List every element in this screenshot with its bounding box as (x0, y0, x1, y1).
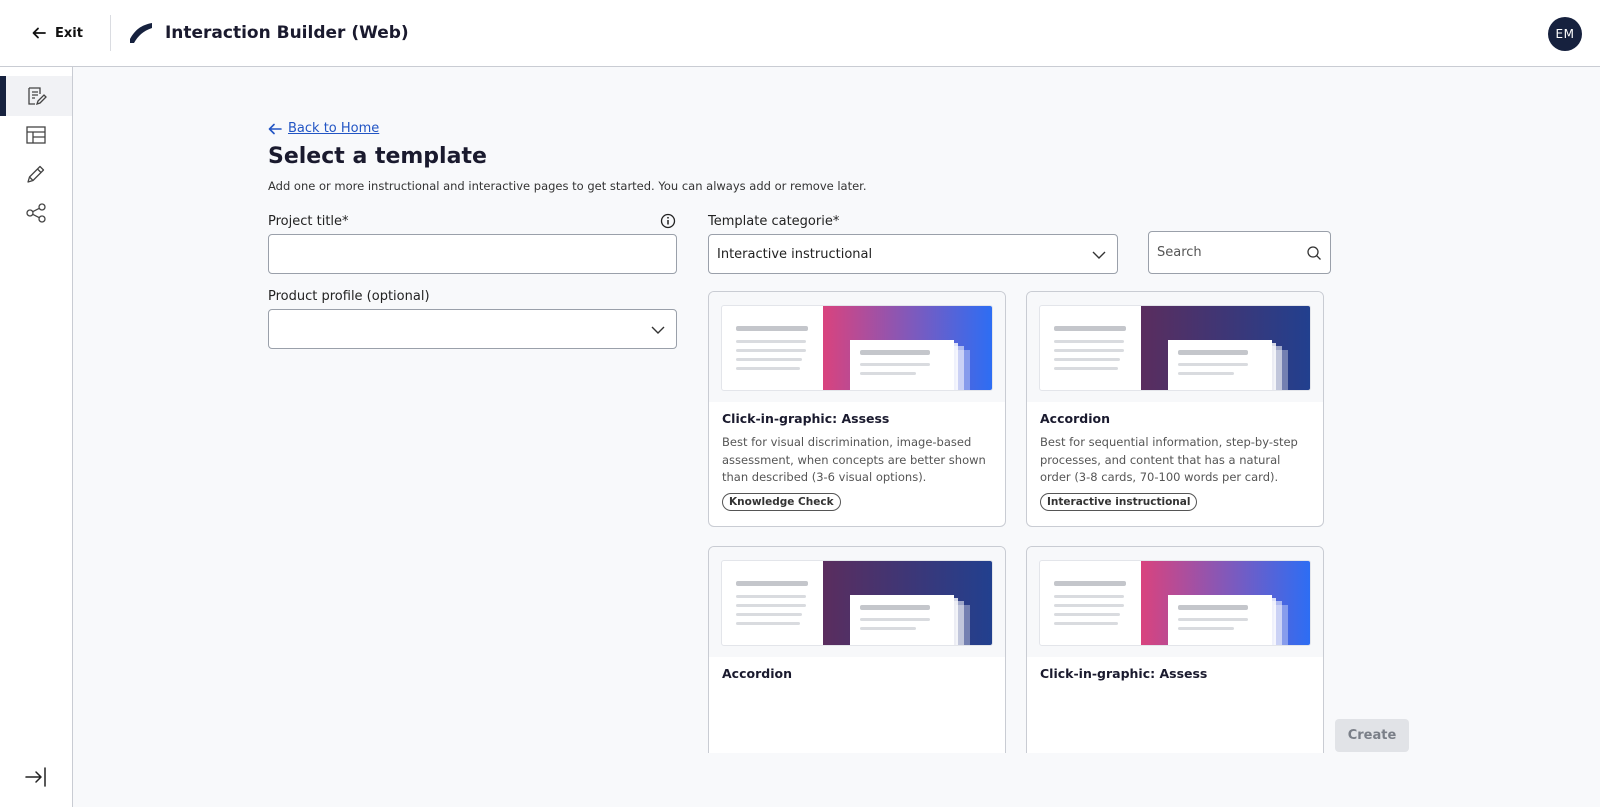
rail-item-pages[interactable] (0, 76, 72, 116)
app-title: Interaction Builder (Web) (164, 23, 409, 43)
card-description: Best for sequential information, step-by… (1040, 435, 1298, 484)
search-input[interactable] (1157, 245, 1306, 260)
left-rail (0, 67, 73, 807)
template-card[interactable]: Click-in-graphic: Assess (1026, 546, 1324, 753)
card-title: Click-in-graphic: Assess (1040, 666, 1208, 681)
template-card[interactable]: Click-in-graphic: Assess Best for visual… (708, 291, 1006, 527)
template-preview-illustration (1054, 306, 1310, 390)
template-preview-illustration (736, 306, 992, 390)
page-subtitle: Add one or more instructional and intera… (268, 179, 867, 193)
share-nodes-icon (26, 203, 46, 223)
search-icon (1307, 245, 1321, 260)
layout-icon (26, 126, 46, 144)
user-avatar[interactable]: EM (1548, 17, 1582, 51)
create-button[interactable]: Create (1335, 719, 1409, 752)
expand-rail-icon[interactable] (24, 765, 48, 789)
card-title: Accordion (722, 666, 792, 681)
project-title-label: Project title* (268, 214, 349, 229)
template-selection: Back to Home Select a template Add one o… (268, 67, 1338, 807)
arrow-left-icon (32, 27, 46, 39)
template-category-value: Interactive instructional (717, 246, 873, 262)
exit-label: Exit (55, 25, 83, 41)
card-category-tag: Interactive instructional (1040, 493, 1198, 511)
pencil-icon (27, 165, 45, 183)
header-divider (109, 15, 111, 51)
card-description: Best for visual discrimination, image-ba… (722, 435, 986, 484)
template-preview-illustration (1054, 561, 1310, 645)
card-thumbnail (721, 305, 993, 391)
product-profile-label: Product profile (optional) (268, 289, 430, 304)
back-to-home-link[interactable]: Back to Home (268, 121, 379, 136)
product-profile-select[interactable] (268, 309, 677, 349)
template-card[interactable]: Accordion Best for sequential informatio… (1026, 291, 1324, 527)
card-thumbnail (1039, 560, 1311, 646)
template-category-label: Template categorie* (708, 214, 840, 229)
rail-item-share[interactable] (0, 193, 72, 233)
chevron-down-icon (651, 326, 665, 334)
card-category-tag: Knowledge Check (722, 493, 841, 511)
top-bar: Exit Interaction Builder (Web) EM (0, 0, 1600, 67)
brand-logo-icon (129, 23, 152, 43)
search-field[interactable] (1148, 231, 1331, 274)
card-thumbnail (721, 560, 993, 646)
chevron-down-icon (1092, 251, 1106, 259)
arrow-left-icon (268, 123, 282, 134)
template-preview-illustration (736, 561, 992, 645)
project-title-input[interactable] (277, 246, 668, 262)
back-link-label: Back to Home (288, 121, 380, 136)
template-card[interactable]: Accordion (708, 546, 1006, 753)
card-title: Accordion (1040, 411, 1110, 426)
info-icon[interactable] (660, 213, 676, 229)
rail-item-edit[interactable] (0, 154, 72, 194)
card-thumbnail (1039, 305, 1311, 391)
card-title: Click-in-graphic: Assess (722, 411, 890, 426)
rail-item-layout[interactable] (0, 115, 72, 155)
template-category-select[interactable]: Interactive instructional (708, 234, 1118, 274)
main-area: Back to Home Select a template Add one o… (73, 67, 1600, 807)
pages-edit-icon (28, 87, 47, 106)
page-title: Select a template (268, 144, 487, 169)
template-card-grid[interactable]: Click-in-graphic: Assess Best for visual… (708, 291, 1328, 753)
project-title-field[interactable] (268, 234, 677, 274)
exit-button[interactable]: Exit (31, 25, 83, 41)
